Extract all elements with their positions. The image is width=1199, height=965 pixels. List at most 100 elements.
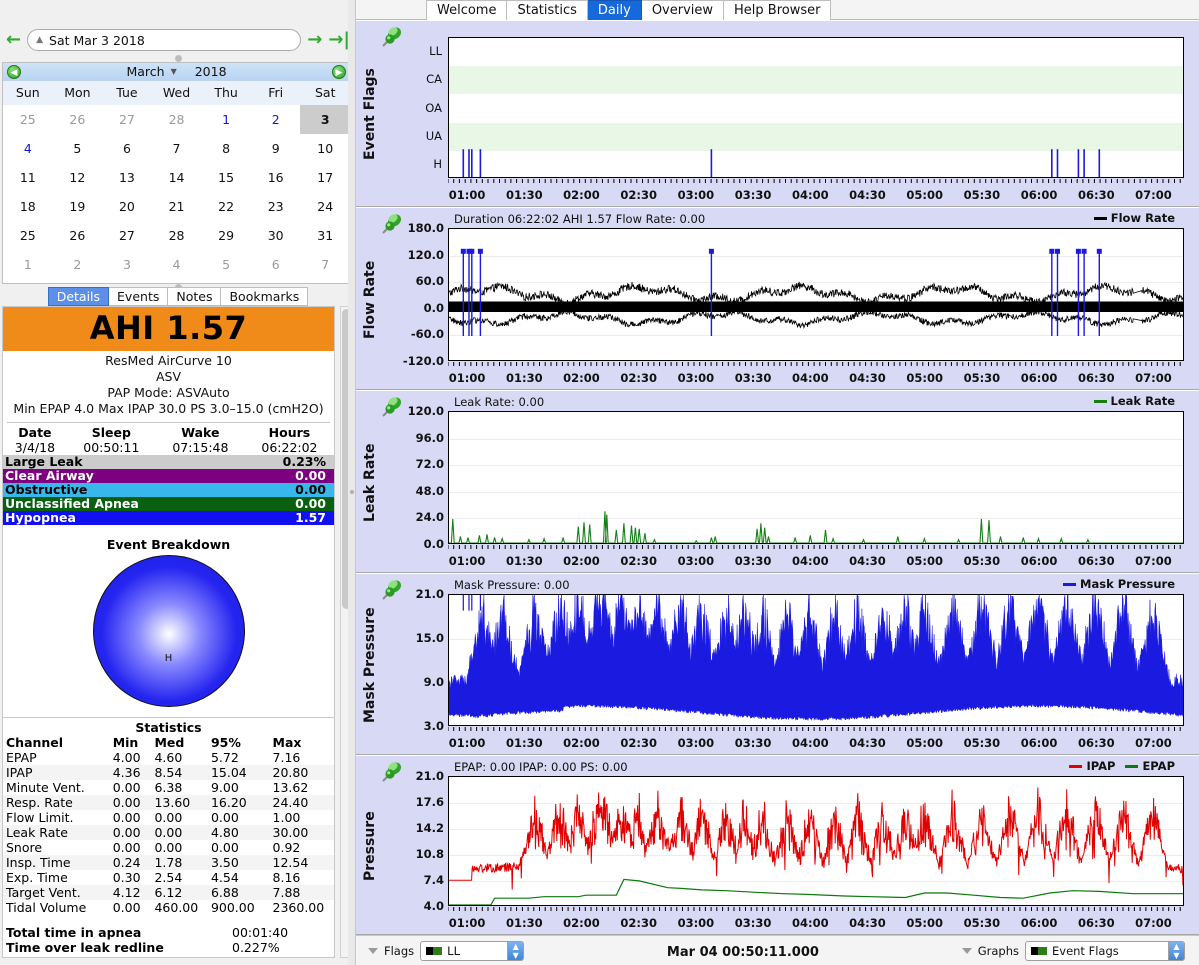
detail-tab-events[interactable]: Events (109, 287, 169, 306)
calendar-day-24[interactable]: 24 (300, 192, 350, 221)
triangle-down-icon[interactable] (961, 947, 972, 954)
plot-area-pressure[interactable] (448, 776, 1184, 906)
calendar-day-5[interactable]: 5 (53, 134, 103, 163)
tab-statistics[interactable]: Statistics (507, 0, 588, 20)
detail-tab-details[interactable]: Details (47, 287, 110, 306)
calendar-day-26[interactable]: 26 (53, 221, 103, 250)
x-tick-0500: 05:00 (906, 188, 943, 202)
plot-area-event-flags[interactable] (448, 37, 1184, 178)
calendar-day-4[interactable]: 4 (152, 250, 202, 279)
triangle-up-icon[interactable]: ▲ (36, 35, 43, 45)
calendar-day-12[interactable]: 12 (53, 163, 103, 192)
graph-pressure[interactable]: Pressure EPAP: 0.00 IPAP: 0.00 PS: 0.00 IP… (356, 755, 1199, 935)
date-input[interactable]: ▲ Sat Mar 3 2018 (27, 29, 302, 51)
next-day-arrow-icon[interactable]: → (307, 31, 322, 49)
tab-welcome[interactable]: Welcome (426, 0, 508, 20)
calendar-top-slider[interactable] (0, 54, 356, 62)
flags-combobox[interactable]: LL ▲ ▼ (420, 940, 525, 961)
stat-channel-name: IPAP (6, 765, 33, 780)
spinner-arrows-icon[interactable]: ▲ ▼ (1168, 941, 1184, 960)
calendar-day-15[interactable]: 15 (201, 163, 251, 192)
calendar-day-22[interactable]: 22 (201, 192, 251, 221)
calendar-day-7[interactable]: 7 (152, 134, 202, 163)
calendar-year[interactable]: 2018 (195, 64, 227, 79)
calendar-day-3[interactable]: 3 (102, 250, 152, 279)
flags-selector-group: Flags LL ▲ ▼ (368, 940, 525, 961)
calendar-day-5[interactable]: 5 (201, 250, 251, 279)
calendar-widget[interactable]: ◀ March ▼ 2018 ▶ Sun Mon Tue Wed Thu Fri Sat 2… (2, 62, 351, 284)
calendar-day-10[interactable]: 10 (300, 134, 350, 163)
previous-day-arrow-icon[interactable]: ← (6, 31, 21, 49)
calendar-day-1[interactable]: 1 (201, 105, 251, 134)
pushpin-icon[interactable] (378, 395, 404, 421)
stat-value: 6.38 (154, 780, 183, 795)
calendar-month[interactable]: March (126, 64, 164, 79)
calendar-day-30[interactable]: 30 (251, 221, 301, 250)
calendar-day-11[interactable]: 11 (3, 163, 53, 192)
triangle-down-icon[interactable] (368, 947, 378, 954)
calendar-day-3[interactable]: 3 (300, 105, 351, 134)
graph-mask-pressure[interactable]: Mask Pressure Mask Pressure: 0.00 Mask Pre… (356, 573, 1199, 755)
calendar-day-2[interactable]: 2 (53, 250, 103, 279)
plot-area-flow-rate[interactable] (448, 228, 1184, 361)
calendar-next-month-icon[interactable]: ▶ (332, 65, 346, 79)
stat-value: 16.20 (210, 795, 247, 810)
plot-area-leak-rate[interactable] (448, 411, 1184, 544)
plot-data-layer (462, 149, 1101, 177)
stat-value: 4.00 (112, 750, 141, 765)
calendar-day-16[interactable]: 16 (251, 163, 301, 192)
calendar-day-20[interactable]: 20 (102, 192, 152, 221)
calendar-day-9[interactable]: 9 (251, 134, 301, 163)
tab-overview[interactable]: Overview (641, 0, 725, 20)
calendar-day-4[interactable]: 4 (3, 134, 53, 163)
graphs-combobox[interactable]: Event Flags ▲ ▼ (1025, 940, 1185, 961)
tab-daily[interactable]: Daily (587, 0, 642, 20)
spinner-arrows-icon[interactable]: ▲ ▼ (507, 941, 524, 960)
calendar-day-25[interactable]: 25 (3, 105, 53, 134)
calendar-day-13[interactable]: 13 (102, 163, 152, 192)
pushpin-icon[interactable] (378, 578, 404, 604)
calendar-day-25[interactable]: 25 (3, 221, 53, 250)
calendar-day-19[interactable]: 19 (53, 192, 103, 221)
calendar-day-2[interactable]: 2 (251, 105, 301, 134)
pushpin-icon[interactable] (378, 212, 404, 238)
stat-value: 2360.00 (272, 900, 325, 915)
detail-tab-notes[interactable]: Notes (168, 287, 222, 306)
calendar-day-8[interactable]: 8 (201, 134, 251, 163)
calendar-day-1[interactable]: 1 (3, 250, 53, 279)
graph-leak-rate[interactable]: Leak Rate Leak Rate: 0.00 Leak Rate 120.0 96… (356, 390, 1199, 573)
calendar-day-14[interactable]: 14 (152, 163, 202, 192)
calendar-day-17[interactable]: 17 (300, 163, 350, 192)
panel-splitter[interactable] (348, 0, 356, 965)
pushpin-icon[interactable] (378, 760, 404, 786)
calendar-day-6[interactable]: 6 (102, 134, 152, 163)
slider-knob[interactable] (175, 55, 182, 62)
calendar-day-29[interactable]: 29 (201, 221, 251, 250)
date-input-value: Sat Mar 3 2018 (49, 32, 145, 48)
graph-event-flags[interactable]: Event Flags LL CA OA UA H 01:00 01:30 02:00 02:30… (356, 20, 1199, 207)
event-row-large-leak: Large Leak 0.23% (3, 455, 334, 469)
calendar-day-26[interactable]: 26 (53, 105, 103, 134)
calendar-day-21[interactable]: 21 (152, 192, 202, 221)
skip-to-end-icon[interactable]: →| (328, 31, 350, 49)
calendar-day-31[interactable]: 31 (300, 221, 350, 250)
stat-channel-name: EPAP (6, 750, 37, 765)
calendar-day-6[interactable]: 6 (251, 250, 301, 279)
graph-flow-rate[interactable]: Flow Rate Duration 06:22:02 AHI 1.57 Flow… (356, 207, 1199, 390)
splitter-handle[interactable] (350, 490, 354, 494)
detail-tab-bookmarks[interactable]: Bookmarks (221, 287, 309, 306)
calendar-day-27[interactable]: 27 (102, 105, 152, 134)
calendar-day-18[interactable]: 18 (3, 192, 53, 221)
calendar-day-7[interactable]: 7 (300, 250, 350, 279)
plot-area-mask-pressure[interactable] (448, 594, 1184, 726)
tab-help-browser[interactable]: Help Browser (724, 0, 832, 20)
calendar-day-28[interactable]: 28 (152, 105, 202, 134)
calendar-day-23[interactable]: 23 (251, 192, 301, 221)
y-tick: 14.2 (415, 821, 444, 835)
triangle-down-icon[interactable]: ▼ (171, 67, 177, 76)
pushpin-icon[interactable] (378, 25, 404, 51)
stat-total-value: 00:01:40 (232, 925, 289, 940)
calendar-prev-month-icon[interactable]: ◀ (7, 65, 21, 79)
calendar-day-28[interactable]: 28 (152, 221, 202, 250)
calendar-day-27[interactable]: 27 (102, 221, 152, 250)
